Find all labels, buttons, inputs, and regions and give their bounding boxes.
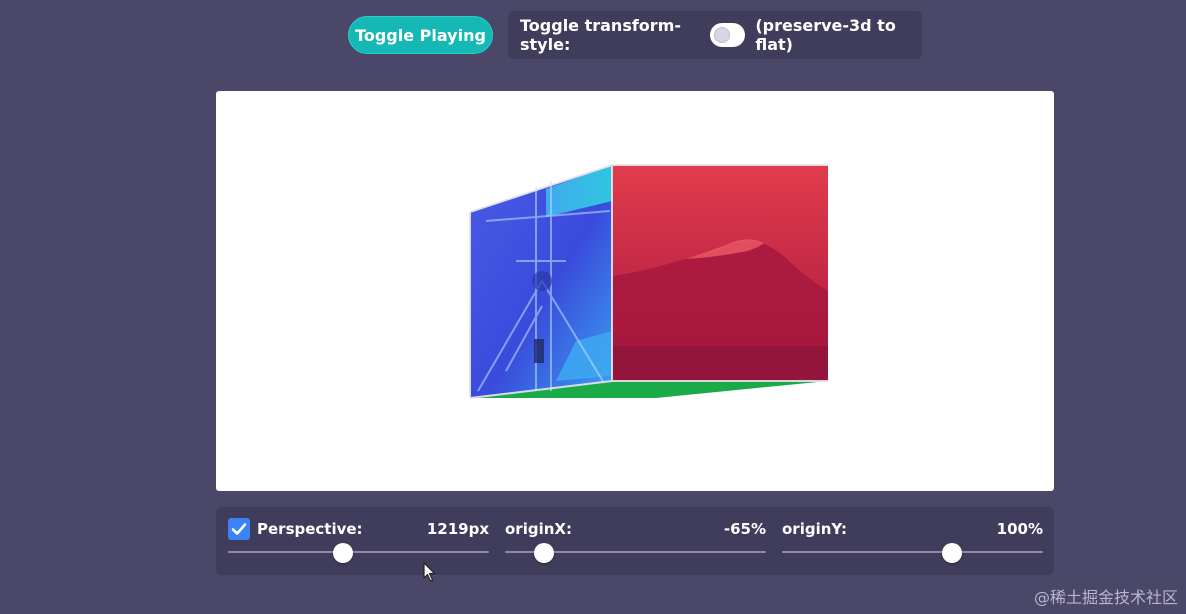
origin-y-label: originY: <box>782 520 847 538</box>
perspective-checkbox[interactable] <box>228 518 250 540</box>
transform-style-note: (preserve-3d to flat) <box>755 16 896 54</box>
cube-stage <box>216 91 1054 491</box>
origin-y-control: originY: 100% <box>782 507 1043 575</box>
perspective-slider-track[interactable] <box>228 551 489 553</box>
transform-style-switch[interactable] <box>709 23 746 47</box>
toggle-playing-button[interactable]: Toggle Playing <box>348 16 493 54</box>
origin-x-label: originX: <box>505 520 572 538</box>
watermark: @稀土掘金技术社区 <box>1033 588 1178 607</box>
origin-x-control: originX: -65% <box>505 507 766 575</box>
perspective-label: Perspective: <box>257 520 363 538</box>
perspective-slider-thumb[interactable] <box>332 543 353 563</box>
transform-controls-panel: Perspective: 1219px originX: -65% origin… <box>216 507 1054 575</box>
origin-y-slider-thumb[interactable] <box>941 543 962 563</box>
mouse-pointer-icon <box>423 562 436 582</box>
cube-illustration <box>469 164 828 399</box>
check-icon <box>231 523 247 535</box>
switch-knob <box>713 27 730 43</box>
origin-x-slider-thumb[interactable] <box>534 543 555 563</box>
origin-y-value: 100% <box>996 520 1043 538</box>
transform-style-label: Toggle transform-style: <box>520 16 681 54</box>
perspective-value: 1219px <box>426 520 489 538</box>
transform-style-panel: Toggle transform-style: (preserve-3d to … <box>508 11 922 59</box>
origin-x-value: -65% <box>723 520 766 538</box>
origin-y-slider-track[interactable] <box>782 551 1043 553</box>
toggle-playing-label: Toggle Playing <box>355 25 486 45</box>
perspective-control: Perspective: 1219px <box>228 507 489 575</box>
